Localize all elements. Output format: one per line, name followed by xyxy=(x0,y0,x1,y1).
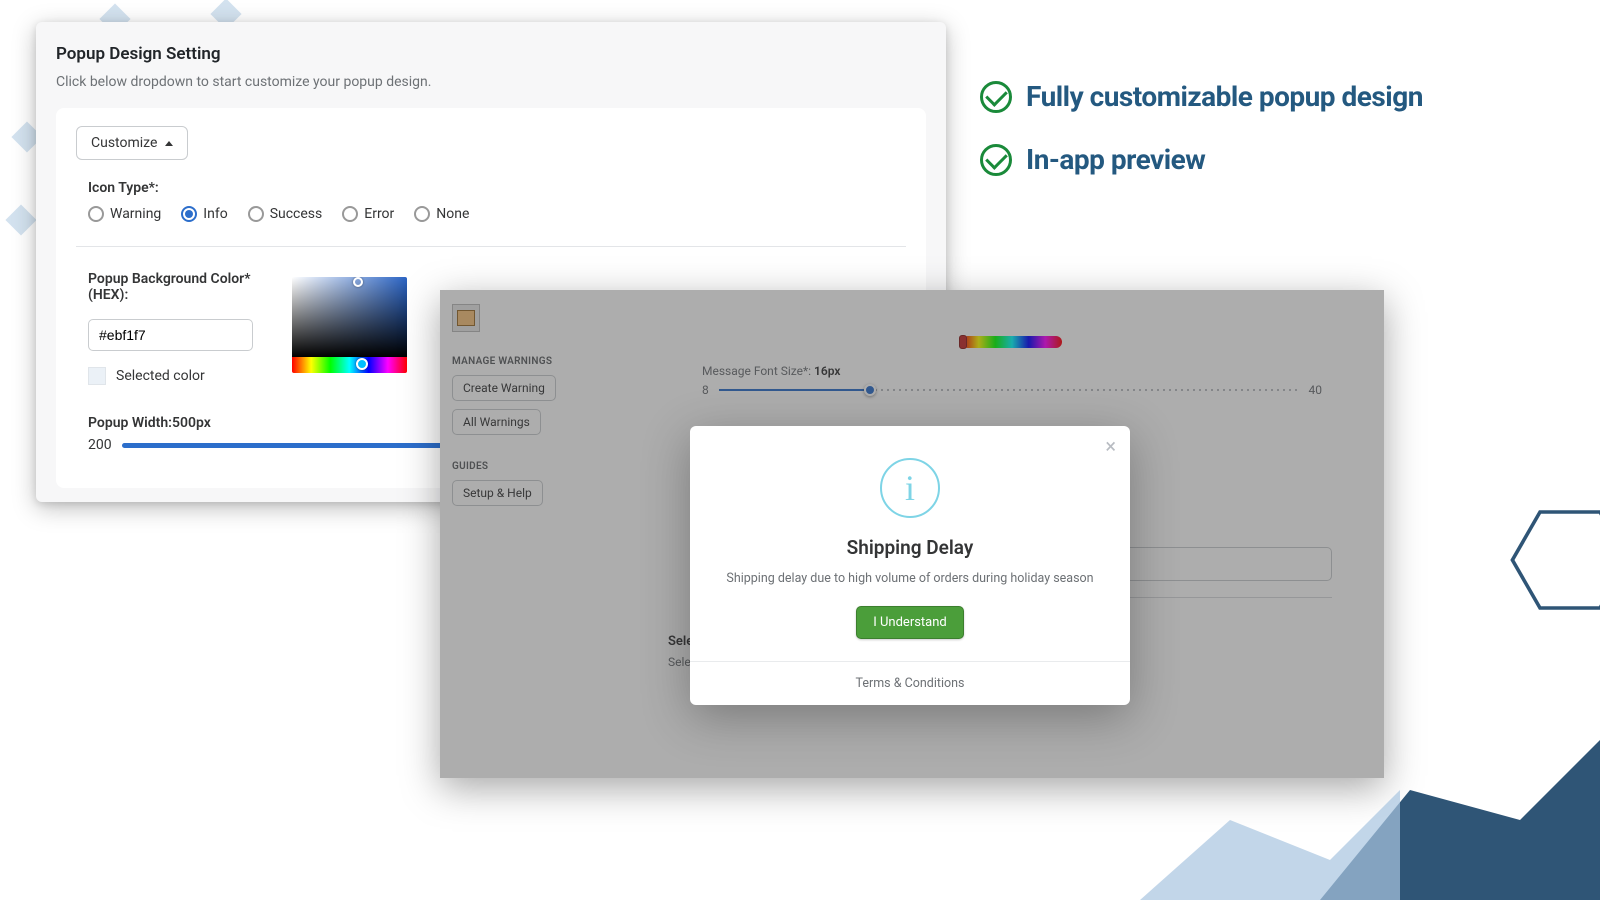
radio-error[interactable]: Error xyxy=(342,206,394,222)
feature-text: In-app preview xyxy=(1026,143,1205,176)
preview-card: MANAGE WARNINGS Create Warning All Warni… xyxy=(440,290,1384,778)
popup-title: Shipping Delay xyxy=(716,536,1104,559)
caret-up-icon xyxy=(165,141,173,146)
radio-label: Error xyxy=(364,206,394,222)
decorative-diamond xyxy=(5,204,36,235)
popup-modal: × i Shipping Delay Shipping delay due to… xyxy=(690,426,1130,705)
radio-circle xyxy=(414,206,430,222)
close-icon[interactable]: × xyxy=(1105,436,1116,456)
popup-footer-link[interactable]: Terms & Conditions xyxy=(690,661,1130,705)
check-icon xyxy=(980,144,1012,176)
radio-circle xyxy=(342,206,358,222)
selected-color-row: Selected color xyxy=(88,367,268,385)
radio-label: Warning xyxy=(110,206,161,222)
radio-label: Success xyxy=(270,206,323,222)
feature-item: In-app preview xyxy=(980,143,1423,176)
saturation-cursor[interactable] xyxy=(353,277,363,287)
bg-color-input[interactable] xyxy=(88,319,253,351)
popup-message: Shipping delay due to high volume of ord… xyxy=(716,571,1104,586)
radio-circle xyxy=(248,206,264,222)
icon-type-radios: Warning Info Success Error None xyxy=(88,206,894,222)
radio-warning[interactable]: Warning xyxy=(88,206,161,222)
customize-label: Customize xyxy=(91,135,157,151)
info-icon: i xyxy=(880,458,940,518)
hue-strip[interactable] xyxy=(292,357,407,373)
decorative-hex xyxy=(1500,500,1600,620)
customize-dropdown[interactable]: Customize xyxy=(76,126,188,160)
popup-width-min: 200 xyxy=(88,437,112,453)
feature-checklist: Fully customizable popup design In-app p… xyxy=(980,80,1423,206)
radio-circle xyxy=(181,206,197,222)
understand-button[interactable]: I Understand xyxy=(856,606,964,639)
color-picker[interactable] xyxy=(292,277,407,373)
feature-text: Fully customizable popup design xyxy=(1026,80,1423,113)
radio-label: None xyxy=(436,206,469,222)
check-icon xyxy=(980,81,1012,113)
feature-item: Fully customizable popup design xyxy=(980,80,1423,113)
icon-type-label: Icon Type*: xyxy=(88,180,894,196)
divider xyxy=(76,246,906,247)
settings-title: Popup Design Setting xyxy=(56,44,926,64)
radio-none[interactable]: None xyxy=(414,206,469,222)
radio-circle xyxy=(88,206,104,222)
radio-success[interactable]: Success xyxy=(248,206,323,222)
decorative-polygon-light xyxy=(1100,750,1400,900)
selected-color-label: Selected color xyxy=(116,368,205,384)
saturation-panel[interactable] xyxy=(292,277,407,357)
bg-color-label: Popup Background Color*(HEX): xyxy=(88,271,268,303)
radio-label: Info xyxy=(203,206,227,222)
hue-cursor[interactable] xyxy=(356,358,368,370)
selected-color-swatch xyxy=(88,367,106,385)
settings-description: Click below dropdown to start customize … xyxy=(56,74,926,90)
radio-info[interactable]: Info xyxy=(181,206,227,222)
